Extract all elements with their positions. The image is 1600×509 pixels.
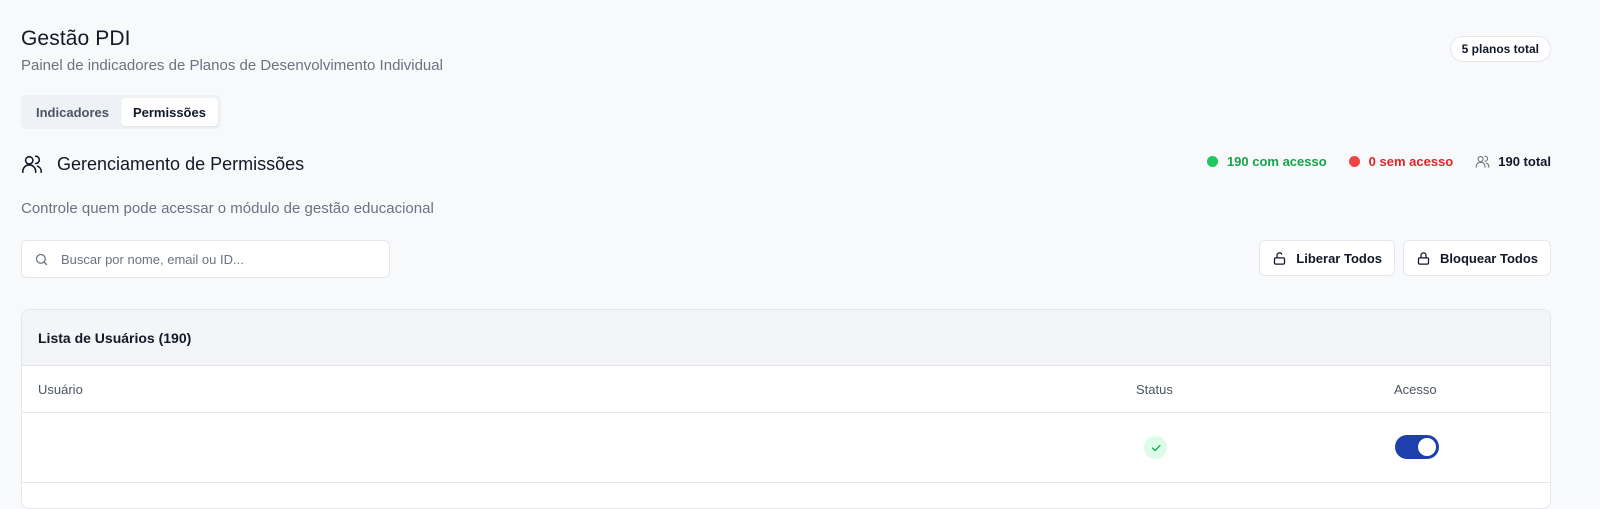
page-title: Gestão PDI bbox=[21, 27, 131, 50]
column-header-status: Status bbox=[1136, 382, 1173, 397]
column-header-user: Usuário bbox=[38, 382, 83, 397]
stat-with-access: 190 com acesso bbox=[1206, 154, 1327, 169]
red-dot-icon bbox=[1348, 156, 1360, 167]
tab-bar: Indicadores Permissões bbox=[21, 95, 221, 129]
stat-total-label: 190 total bbox=[1498, 154, 1551, 169]
user-list-title: Lista de Usuários (190) bbox=[22, 310, 1550, 366]
section-title: Gerenciamento de Permissões bbox=[57, 153, 305, 174]
search-icon bbox=[35, 253, 48, 265]
stat-without-access: 0 sem acesso bbox=[1348, 154, 1454, 169]
check-icon bbox=[1151, 444, 1161, 451]
lock-all-label: Bloquear Todos bbox=[1440, 250, 1538, 266]
toggle-knob bbox=[1418, 438, 1436, 456]
green-dot-icon bbox=[1206, 156, 1218, 167]
users-icon bbox=[22, 155, 42, 174]
lock-all-button[interactable]: Bloquear Todos bbox=[1403, 240, 1551, 276]
users-icon bbox=[1475, 155, 1490, 168]
access-toggle[interactable] bbox=[1395, 435, 1439, 459]
user-list-card: Lista de Usuários (190) Usuário Status A… bbox=[21, 309, 1551, 509]
unlock-icon bbox=[1274, 251, 1286, 265]
stat-with-access-label: 190 com acesso bbox=[1226, 154, 1327, 169]
page-subtitle: Painel de indicadores de Planos de Desen… bbox=[21, 57, 443, 74]
permissions-section-header: Gerenciamento de Permissões 190 com aces… bbox=[21, 149, 1579, 179]
stat-without-access-label: 0 sem acesso bbox=[1368, 154, 1454, 169]
toolbar: Liberar Todos Bloquear Todos bbox=[21, 240, 1579, 278]
tab-indicadores[interactable]: Indicadores bbox=[24, 98, 121, 126]
table-row bbox=[22, 413, 1550, 483]
search-input[interactable] bbox=[61, 251, 389, 267]
unlock-all-button[interactable]: Liberar Todos bbox=[1259, 240, 1396, 276]
tab-permissoes[interactable]: Permissões bbox=[120, 98, 218, 126]
column-header-access: Acesso bbox=[1394, 382, 1437, 397]
table-header: Usuário Status Acesso bbox=[22, 366, 1550, 413]
lock-icon bbox=[1417, 251, 1430, 265]
bulk-actions: Liberar Todos Bloquear Todos bbox=[1259, 240, 1551, 276]
search-box[interactable] bbox=[21, 240, 390, 278]
unlock-all-label: Liberar Todos bbox=[1296, 250, 1383, 266]
access-stats: 190 com acesso 0 sem acesso 190 total bbox=[1206, 154, 1551, 169]
page-header: Gestão PDI Painel de indicadores de Plan… bbox=[21, 0, 1579, 74]
status-badge bbox=[1144, 436, 1167, 459]
stat-total: 190 total bbox=[1475, 154, 1551, 169]
section-description: Controle quem pode acessar o módulo de g… bbox=[21, 200, 434, 217]
plans-count-badge: 5 planos total bbox=[1449, 36, 1551, 62]
